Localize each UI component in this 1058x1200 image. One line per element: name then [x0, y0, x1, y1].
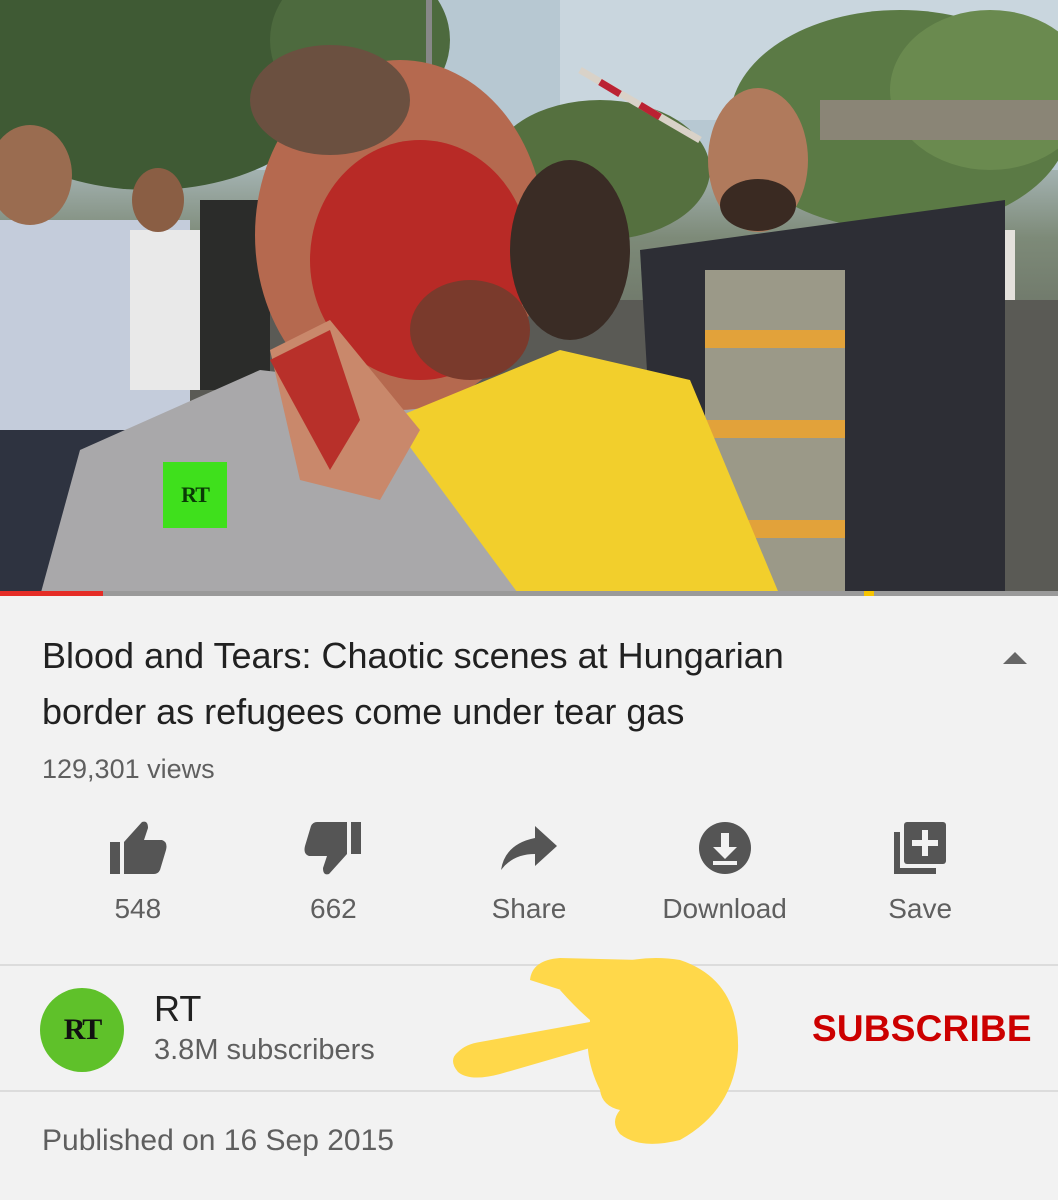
progress-track[interactable] — [0, 591, 1058, 596]
view-count: 129,301 views — [42, 754, 215, 784]
dislike-button[interactable]: 662 — [236, 816, 432, 936]
save-label: Save — [888, 893, 953, 924]
subscribe-button[interactable]: SUBSCRIBE — [812, 1008, 1032, 1050]
thumbs-down-icon — [301, 816, 365, 880]
download-label: Download — [662, 893, 787, 924]
like-count: 548 — [114, 893, 162, 924]
chevron-up-icon[interactable] — [1000, 648, 1030, 666]
share-label: Share — [491, 893, 567, 924]
video-frame — [0, 0, 1058, 596]
download-button[interactable]: Download — [627, 816, 823, 936]
video-title: Blood and Tears: Chaotic scenes at Hunga… — [42, 628, 972, 740]
video-title-line-1: Blood and Tears: Chaotic scenes at Hunga… — [42, 635, 784, 676]
download-icon — [693, 816, 757, 880]
dislike-count: 662 — [310, 893, 357, 924]
subscriber-count: 3.8M subscribers — [154, 1034, 375, 1066]
save-button[interactable]: Save — [822, 816, 1018, 936]
video-title-line-2: border as refugees come under tear gas — [42, 691, 685, 732]
thumbs-up-icon — [106, 816, 170, 880]
channel-name[interactable]: RT — [154, 988, 201, 1030]
action-row: 548 662 Share Download Save — [40, 816, 1018, 936]
like-button[interactable]: 548 — [40, 816, 236, 936]
video-player[interactable]: RT — [0, 0, 1058, 596]
pointing-hand-icon — [453, 958, 739, 1144]
rt-watermark: RT — [163, 462, 227, 528]
channel-avatar-text: RT — [63, 1013, 103, 1046]
progress-played — [0, 591, 103, 596]
channel-avatar[interactable]: RT — [40, 988, 124, 1072]
share-button[interactable]: Share — [431, 816, 627, 936]
add-to-playlist-icon — [888, 816, 952, 880]
publish-date: Published on 16 Sep 2015 — [42, 1124, 394, 1157]
progress-marker — [864, 591, 874, 596]
share-icon — [497, 816, 561, 880]
